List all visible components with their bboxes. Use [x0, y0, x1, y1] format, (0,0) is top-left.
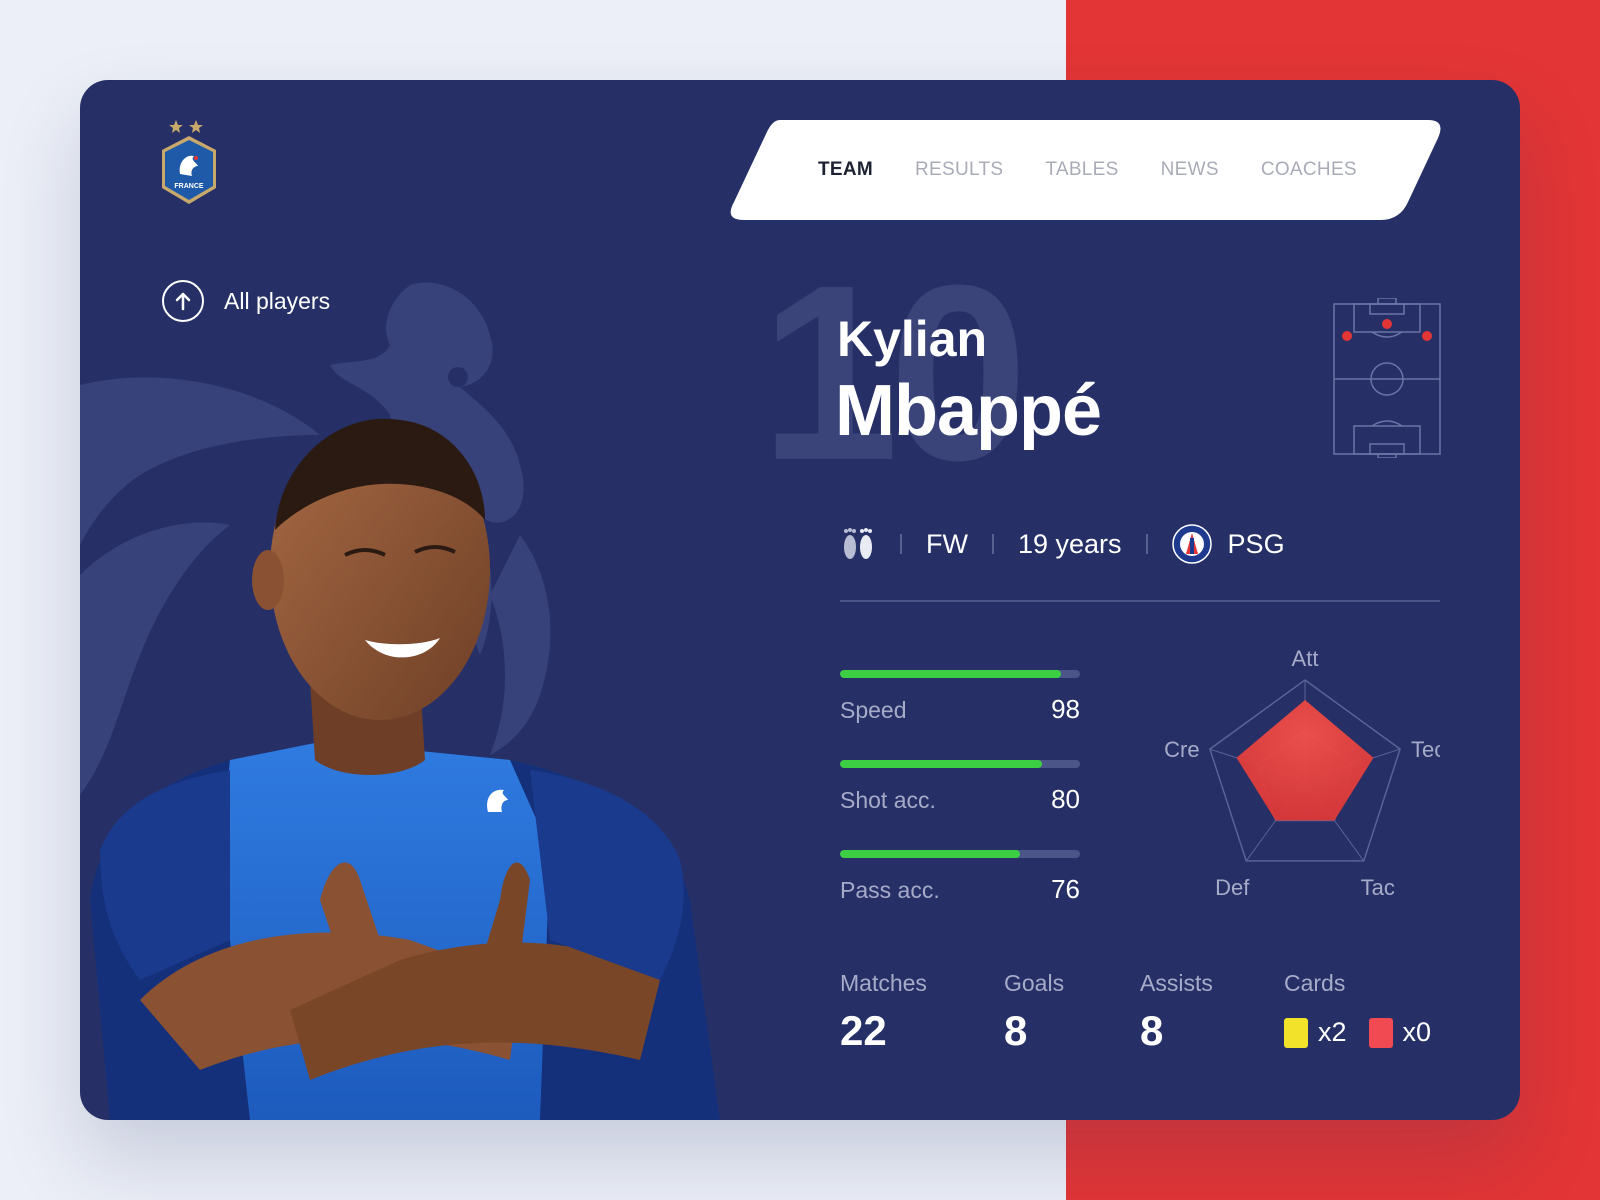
- stat-bar-fill: [840, 850, 1020, 858]
- summary-cards: Cards x2 x0: [1284, 970, 1453, 1048]
- yellow-card-icon: [1284, 1017, 1308, 1048]
- summary-goals: Goals 8: [1004, 970, 1064, 1055]
- yellow-card-count: x2: [1318, 1017, 1347, 1047]
- player-meta-row: FW 19 years PSG: [840, 522, 1285, 566]
- top-navigation: TEAM RESULTS TABLES NEWS COACHES: [728, 120, 1448, 220]
- player-card: FRANCE TEAM RESULTS TABLES NEWS COACHES …: [80, 80, 1520, 1120]
- radar-axis-label: Att: [1292, 646, 1319, 671]
- psg-badge-icon: [1171, 524, 1212, 564]
- nav-tab-team[interactable]: TEAM: [818, 159, 873, 181]
- all-players-label: All players: [224, 287, 331, 314]
- stat-bar-track: [840, 850, 1080, 858]
- meta-separator: [1145, 534, 1148, 554]
- radar-axis-label: Def: [1215, 875, 1250, 900]
- meta-separator: [900, 534, 902, 554]
- position-dot-left-wing: [1342, 331, 1352, 341]
- arrow-up-icon[interactable]: [162, 280, 204, 322]
- meta-separator: [991, 534, 994, 554]
- player-last-name: Mbappé: [835, 371, 1102, 451]
- stat-value: 98: [1051, 694, 1080, 724]
- feet-icon: [844, 528, 872, 559]
- stat-shot-accuracy: Shot acc. 80: [840, 760, 1080, 815]
- red-card-count: x0: [1402, 1017, 1432, 1047]
- stat-pass-accuracy: Pass acc. 76: [840, 850, 1080, 905]
- summary-matches: Matches 22: [840, 970, 927, 1055]
- player-first-name: Kylian: [837, 311, 988, 367]
- stat-bar-fill: [840, 670, 1061, 678]
- summary-label: Matches: [840, 970, 927, 996]
- player-position: FW: [926, 528, 968, 559]
- all-players-link[interactable]: All players: [162, 280, 330, 322]
- radar-value-area: [1236, 700, 1374, 821]
- fff-crest-logo: FRANCE: [162, 120, 216, 204]
- summary-assists: Assists 8: [1140, 970, 1213, 1055]
- nav-tab-coaches[interactable]: COACHES: [1261, 159, 1357, 181]
- radar-axis-label: Tac: [1361, 875, 1395, 900]
- nav-tab-results[interactable]: RESULTS: [915, 159, 1003, 181]
- position-dot-right-wing: [1422, 331, 1432, 341]
- stat-label: Shot acc.: [840, 787, 936, 813]
- summary-label: Cards: [1284, 970, 1346, 996]
- stat-bar-track: [840, 760, 1080, 768]
- section-divider: [840, 600, 1440, 602]
- stat-bar-fill: [840, 760, 1042, 768]
- summary-value: 22: [840, 1007, 887, 1054]
- stat-label: Speed: [840, 697, 907, 723]
- club-name: PSG: [1227, 528, 1285, 559]
- position-dot-striker: [1382, 319, 1392, 329]
- player-photo: [90, 418, 720, 1120]
- pitch-position-map: [1333, 298, 1441, 458]
- svg-text:FRANCE: FRANCE: [174, 183, 203, 190]
- radar-axis-label: Tec: [1411, 737, 1440, 762]
- stat-value: 76: [1051, 874, 1080, 904]
- nav-tab-tables[interactable]: TABLES: [1045, 159, 1118, 181]
- summary-value: 8: [1140, 1007, 1164, 1054]
- summary-label: Goals: [1004, 970, 1065, 996]
- summary-label: Assists: [1140, 970, 1213, 996]
- player-age: 19 years: [1017, 528, 1122, 559]
- stat-value: 80: [1051, 784, 1080, 814]
- red-card-icon: [1368, 1017, 1393, 1048]
- stat-speed: Speed 98: [840, 670, 1080, 725]
- nav-tab-news[interactable]: NEWS: [1161, 159, 1219, 181]
- club-info: PSG: [1171, 524, 1285, 564]
- stat-label: Pass acc.: [840, 877, 940, 903]
- summary-value: 8: [1004, 1007, 1028, 1054]
- stat-bar-track: [840, 670, 1080, 678]
- radar-axis-label: Cre: [1164, 737, 1199, 762]
- skills-radar-chart: Att Tec Tac Def Cre: [1164, 646, 1440, 900]
